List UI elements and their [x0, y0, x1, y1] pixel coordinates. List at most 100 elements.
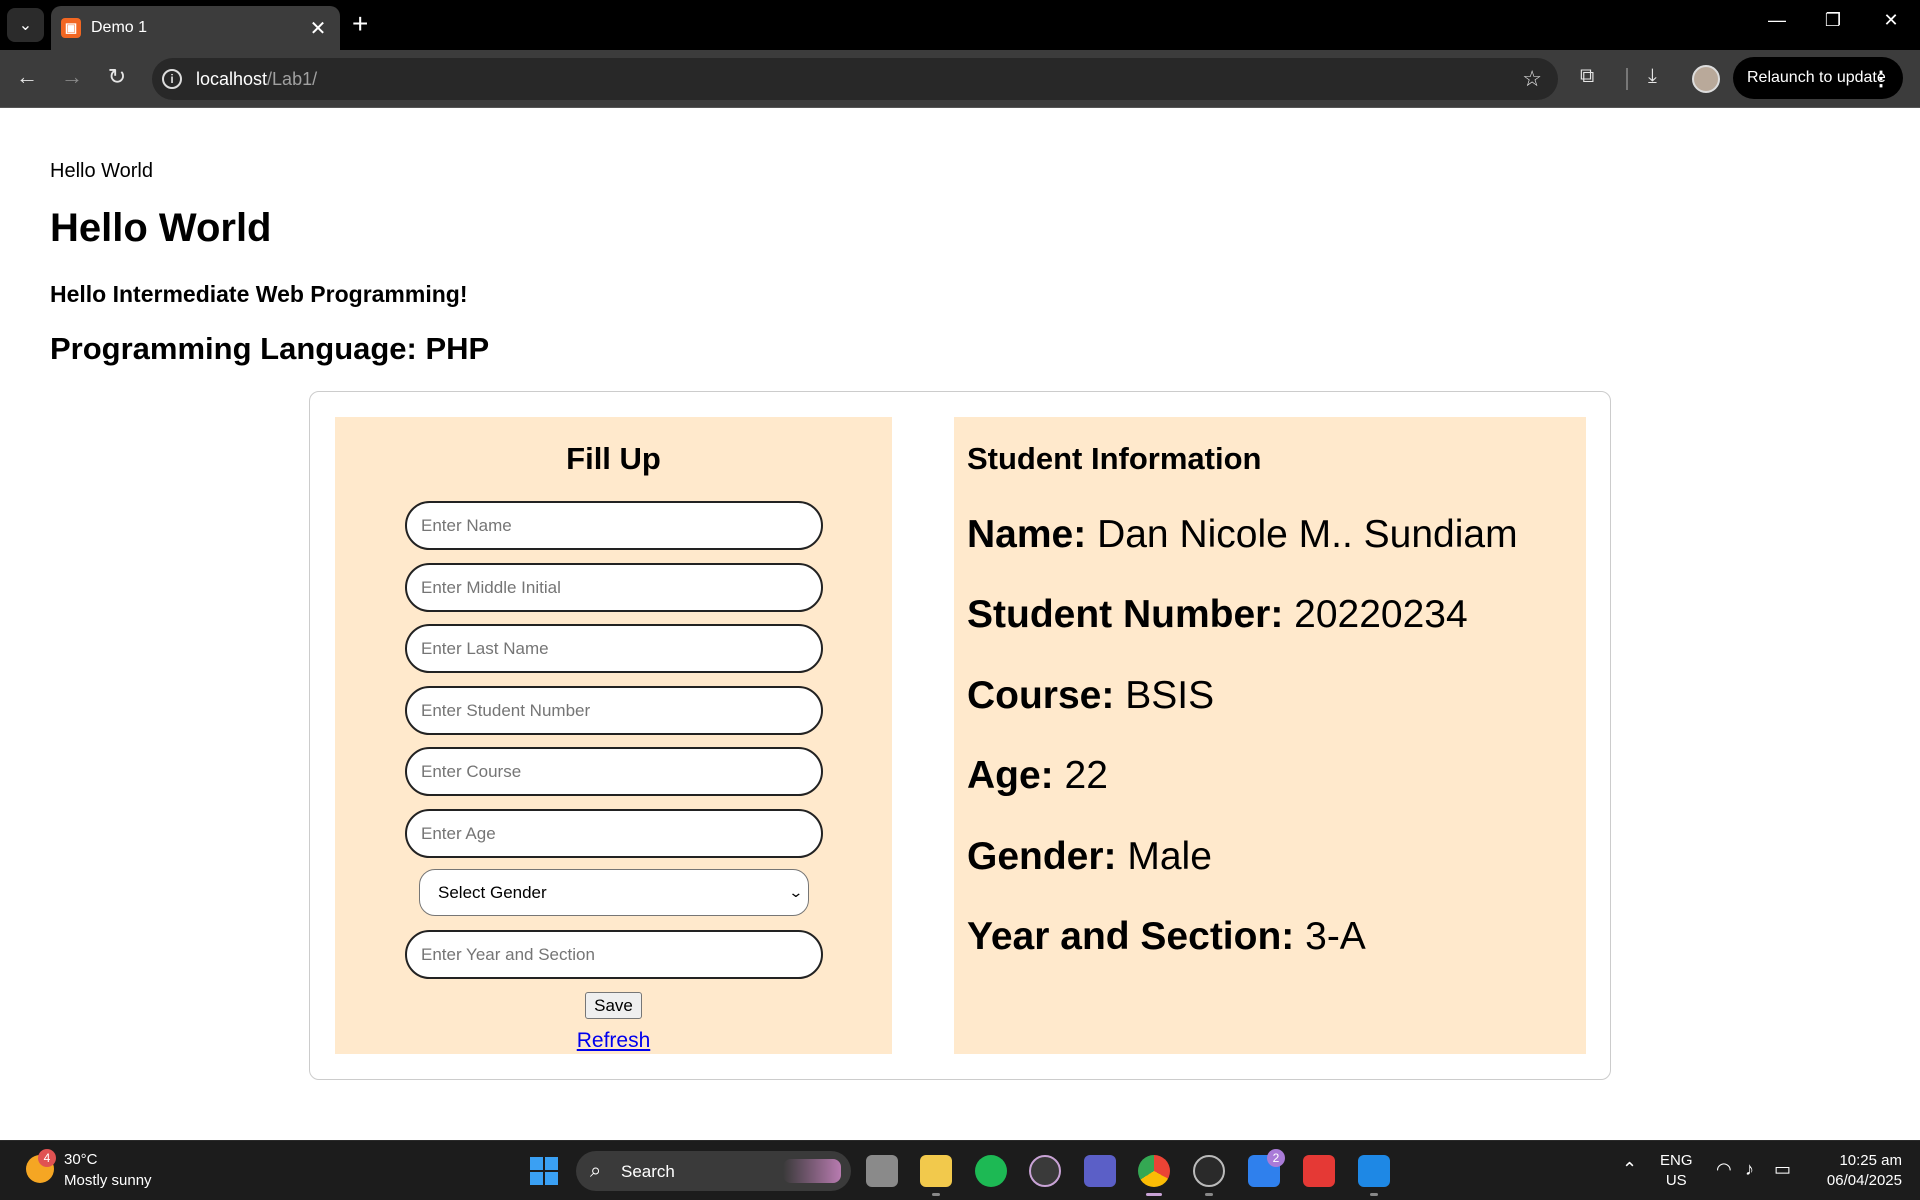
chevron-up-icon[interactable]: ⌃	[1622, 1159, 1637, 1180]
browser-tab[interactable]: ▣ Demo 1 ✕	[51, 6, 340, 50]
lang-code: ENG	[1660, 1152, 1693, 1169]
windows-taskbar: 4 30°C Mostly sunny ⌕ Search 2 ⌃ ENG US ◠…	[0, 1140, 1920, 1200]
course-input[interactable]: Enter Course	[405, 747, 823, 796]
bookmark-star-icon[interactable]: ☆	[1522, 66, 1542, 92]
browser-titlebar: ⌄ ▣ Demo 1 ✕ + — ❐ ✕	[0, 0, 1920, 50]
weather-badge: 4	[38, 1149, 56, 1167]
fill-up-form: Fill Up Enter Name Enter Middle Initial …	[335, 417, 892, 1054]
address-bar[interactable]: i localhost/Lab1/ ☆	[152, 58, 1558, 100]
chrome-icon[interactable]	[1138, 1155, 1170, 1187]
download-icon[interactable]: ⤓	[1648, 65, 1657, 88]
active-indicator	[1146, 1193, 1162, 1196]
todo-badge: 2	[1267, 1149, 1285, 1167]
refresh-link[interactable]: Refresh	[335, 1029, 892, 1053]
info-value: 22	[1064, 754, 1108, 797]
page-content: Hello World Hello World Hello Intermedia…	[0, 108, 1920, 1140]
middle-initial-input[interactable]: Enter Middle Initial	[405, 563, 823, 612]
student-number-input[interactable]: Enter Student Number	[405, 686, 823, 735]
weather-temperature[interactable]: 30°C	[64, 1151, 98, 1168]
task-view-icon[interactable]	[866, 1155, 898, 1187]
gender-select-value: Select Gender	[438, 882, 547, 902]
info-row-age: Age: 22	[967, 754, 1108, 798]
media-player-icon[interactable]	[1029, 1155, 1061, 1187]
browser-toolbar: ← → ↻ i localhost/Lab1/ ☆ ⧉ ⤓ Relaunch t…	[0, 50, 1920, 108]
main-card: Fill Up Enter Name Enter Middle Initial …	[309, 391, 1611, 1080]
running-indicator	[1370, 1193, 1378, 1196]
info-value: BSIS	[1125, 674, 1215, 717]
xampp-favicon-icon: ▣	[61, 18, 81, 38]
windows-start-icon[interactable]	[530, 1157, 558, 1185]
chevron-down-icon: ⌄	[788, 884, 804, 900]
tab-search-button[interactable]: ⌄	[7, 8, 44, 42]
relaunch-button[interactable]: Relaunch to update ⋮	[1733, 57, 1903, 99]
hello-paragraph: Hello World	[50, 160, 153, 182]
info-label: Age:	[967, 754, 1054, 797]
region-code: US	[1665, 1172, 1687, 1189]
clock-date: 06/04/2025	[1826, 1172, 1902, 1189]
spotify-icon[interactable]	[975, 1155, 1007, 1187]
student-info-panel: Student Information Name: Dan Nicole M..…	[954, 417, 1586, 1054]
info-row-year-section: Year and Section: 3-A	[967, 915, 1366, 959]
info-row-gender: Gender: Male	[967, 835, 1212, 879]
taskbar-search[interactable]: ⌕ Search	[576, 1151, 851, 1191]
file-explorer-icon[interactable]	[920, 1155, 952, 1187]
tab-title: Demo 1	[91, 19, 148, 36]
save-button[interactable]: Save	[585, 992, 642, 1019]
weather-description[interactable]: Mostly sunny	[64, 1172, 152, 1189]
info-row-student-number: Student Number: 20220234	[967, 593, 1468, 637]
info-value: 20220234	[1294, 593, 1468, 636]
site-info-icon[interactable]: i	[162, 69, 182, 89]
info-value: Dan Nicole M.. Sundiam	[1097, 513, 1518, 556]
language-indicator[interactable]: ENG US	[1660, 1151, 1693, 1191]
student-info-title: Student Information	[967, 441, 1262, 476]
new-tab-button[interactable]: +	[352, 10, 368, 38]
reload-icon[interactable]: ↻	[102, 64, 132, 90]
close-window-button[interactable]: ✕	[1876, 10, 1906, 31]
info-label: Name:	[967, 513, 1087, 556]
tab-close-icon[interactable]: ✕	[306, 16, 330, 41]
restore-button[interactable]: ❐	[1818, 10, 1848, 31]
clock-time: 10:25 am	[1839, 1152, 1902, 1169]
vscode-icon[interactable]	[1358, 1155, 1390, 1187]
forward-arrow-icon[interactable]: →	[57, 64, 87, 90]
year-section-input[interactable]: Enter Year and Section	[405, 930, 823, 979]
clock[interactable]: 10:25 am 06/04/2025	[1812, 1151, 1902, 1191]
info-value: 3-A	[1305, 915, 1366, 958]
info-row-name: Name: Dan Nicole M.. Sundiam	[967, 513, 1518, 557]
extensions-icon[interactable]: ⧉	[1580, 65, 1594, 88]
wps-office-icon[interactable]	[1303, 1155, 1335, 1187]
running-indicator	[932, 1193, 940, 1196]
more-menu-icon[interactable]: ⋮	[1871, 66, 1891, 91]
info-value: Male	[1127, 835, 1212, 878]
profile-avatar[interactable]	[1692, 65, 1720, 93]
chatgpt-icon[interactable]	[1193, 1155, 1225, 1187]
info-label: Student Number:	[967, 593, 1284, 636]
info-label: Course:	[967, 674, 1115, 717]
age-input[interactable]: Enter Age	[405, 809, 823, 858]
gender-select[interactable]: Select Gender ⌄	[419, 869, 809, 916]
back-arrow-icon[interactable]: ←	[12, 64, 42, 90]
course-heading: Hello Intermediate Web Programming!	[50, 281, 468, 307]
search-icon: ⌕	[590, 1160, 602, 1182]
form-title: Fill Up	[566, 441, 661, 476]
hello-heading: Hello World	[50, 206, 272, 250]
minimize-button[interactable]: —	[1762, 10, 1792, 31]
info-label: Gender:	[967, 835, 1117, 878]
url-text[interactable]: localhost/Lab1/	[196, 69, 317, 90]
battery-icon[interactable]: ▭	[1774, 1159, 1791, 1180]
info-row-course: Course: BSIS	[967, 674, 1214, 718]
url-path: /Lab1/	[267, 69, 318, 89]
language-heading: Programming Language: PHP	[50, 331, 490, 366]
url-host: localhost	[196, 69, 268, 89]
toolbar-divider	[1626, 68, 1628, 90]
name-input[interactable]: Enter Name	[405, 501, 823, 550]
info-label: Year and Section:	[967, 915, 1295, 958]
running-indicator	[1205, 1193, 1213, 1196]
search-highlight-image	[783, 1159, 841, 1183]
teams-icon[interactable]	[1084, 1155, 1116, 1187]
volume-icon[interactable]: ♪	[1745, 1159, 1754, 1180]
last-name-input[interactable]: Enter Last Name	[405, 624, 823, 673]
wifi-icon[interactable]: ◠	[1716, 1159, 1732, 1180]
relaunch-label: Relaunch to update	[1747, 69, 1886, 86]
search-label: Search	[621, 1162, 675, 1181]
